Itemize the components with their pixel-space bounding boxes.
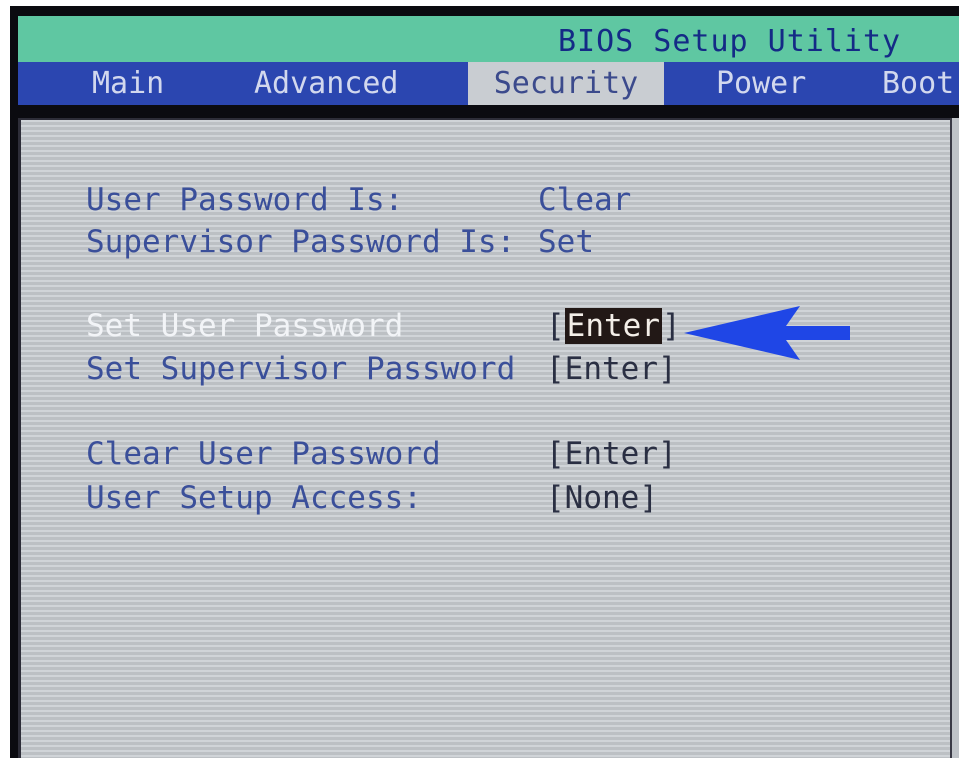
title-bar: BIOS Setup Utility (18, 16, 959, 62)
user-setup-access-label: User Setup Access: (86, 480, 422, 516)
user-password-label: User Password Is: (86, 182, 404, 218)
set-user-password-value[interactable]: [Enter] (546, 308, 681, 344)
user-password-value: Clear (538, 182, 632, 218)
clear-user-password-label: Clear User Password (86, 436, 441, 472)
help-panel-border (950, 118, 959, 758)
bracket-close: ] (662, 308, 681, 344)
tab-advanced[interactable]: Advanced (254, 62, 399, 105)
bracket-open: [ (546, 308, 565, 344)
app-title: BIOS Setup Utility (558, 24, 902, 59)
menu-bar: Main Advanced Security Power Boot (18, 62, 959, 105)
tab-boot[interactable]: Boot (882, 62, 954, 105)
set-supervisor-password-value[interactable]: [Enter] (546, 351, 677, 387)
user-setup-access-value[interactable]: [None] (546, 480, 658, 516)
tab-main[interactable]: Main (92, 62, 164, 105)
set-supervisor-password-label: Set Supervisor Password (86, 351, 516, 387)
arrow-left-icon (684, 306, 850, 360)
supervisor-password-label: Supervisor Password Is: (86, 224, 516, 260)
bios-screen: BIOS Setup Utility Main Advanced Securit… (10, 6, 959, 758)
clear-user-password-value[interactable]: [Enter] (546, 436, 677, 472)
selected-enter[interactable]: Enter (564, 308, 662, 344)
set-user-password-label: Set User Password (86, 308, 404, 344)
supervisor-password-value: Set (538, 224, 594, 260)
tab-security[interactable]: Security (468, 62, 664, 105)
tab-power[interactable]: Power (716, 62, 806, 105)
arrow-shape (684, 306, 850, 360)
